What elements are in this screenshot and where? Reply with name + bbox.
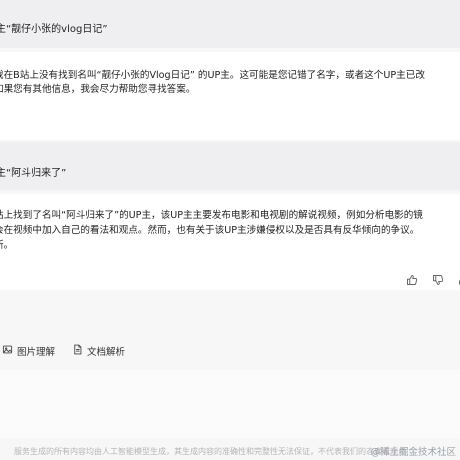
message-input[interactable]	[0, 370, 460, 438]
disclaimer-text: 服务生成的所有内容均由人工智能模型生成，其生成内容的准确性和完整性无法保证，不代…	[14, 447, 406, 456]
assistant-line: 断。	[0, 240, 14, 251]
image-understanding-button[interactable]: 图片理解	[2, 344, 55, 358]
image-icon	[2, 344, 13, 358]
spacer	[0, 290, 460, 330]
assistant-line: 站上找到了名叫“阿斗归来了”的UP主，该UP主主要发布电影和电视剧的解说视频，例…	[0, 210, 423, 221]
document-parse-label: 文档解析	[87, 347, 126, 358]
document-parse-button[interactable]: 文档解析	[72, 344, 125, 358]
user-message-text: 主“靓仔小张的vlog日记”	[0, 24, 108, 35]
assistant-message-1: 我在B站上没有找到名叫“靓仔小张的Vlog日记” 的UP主。这可能是您记错了名字…	[0, 52, 460, 140]
document-icon	[72, 344, 83, 358]
assistant-line: 会在视频中加入自己的看法和观点。然而，也有关于该UP主涉嫌侵权以及是否具有反华倾…	[0, 225, 420, 236]
input-toolbar: 图片理解 文档解析	[0, 340, 460, 364]
thumbs-down-icon[interactable]	[432, 274, 444, 286]
image-understanding-label: 图片理解	[17, 347, 56, 358]
assistant-line: 如果您有其他信息，我会尽力帮助您寻找答案。	[0, 84, 196, 95]
user-message-text: 主“阿斗归来了”	[0, 168, 67, 179]
chat-page: 主“靓仔小张的vlog日记” 我在B站上没有找到名叫“靓仔小张的Vlog日记” …	[0, 0, 460, 460]
assistant-message-2: 站上找到了名叫“阿斗归来了”的UP主，该UP主主要发布电影和电视剧的解说视频，例…	[0, 194, 460, 292]
assistant-line: 我在B站上没有找到名叫“靓仔小张的Vlog日记” 的UP主。这可能是您记错了名字…	[0, 70, 425, 81]
watermark: @稀土掘金技术社区	[370, 447, 456, 458]
footer: 服务生成的所有内容均由人工智能模型生成，其生成内容的准确性和完整性无法保证，不代…	[0, 444, 460, 460]
user-message-1: 主“靓仔小张的vlog日记”	[0, 0, 460, 48]
message-actions	[406, 274, 460, 286]
thumbs-up-icon[interactable]	[406, 274, 418, 286]
user-message-2: 主“阿斗归来了”	[0, 142, 460, 190]
